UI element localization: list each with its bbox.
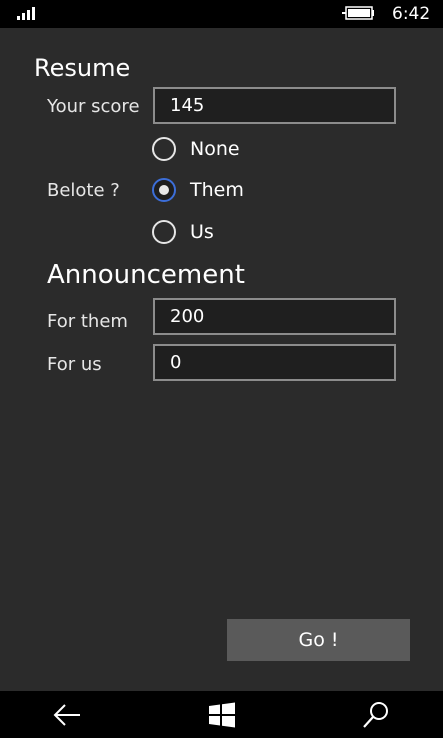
windows-logo-icon[interactable] <box>207 701 237 729</box>
back-arrow-icon[interactable] <box>52 701 82 729</box>
your-score-input[interactable] <box>153 87 396 124</box>
announcement-title: Announcement <box>47 260 245 290</box>
signal-bars-icon <box>17 7 35 20</box>
radio-none-label: None <box>190 138 240 160</box>
radio-us[interactable]: Us <box>152 218 214 246</box>
belote-label: Belote ? <box>47 180 120 201</box>
search-icon[interactable] <box>361 701 391 729</box>
radio-us-label: Us <box>190 221 214 243</box>
radio-them[interactable]: Them <box>152 176 244 204</box>
radio-none[interactable]: None <box>152 135 240 163</box>
navigation-bar <box>0 691 443 738</box>
status-bar: 6:42 <box>0 0 443 28</box>
radio-them-circle[interactable] <box>152 178 176 202</box>
battery-charging-icon <box>342 6 374 20</box>
radio-them-label: Them <box>190 179 244 201</box>
for-them-input[interactable] <box>153 298 396 335</box>
for-them-label: For them <box>47 311 128 332</box>
resume-title: Resume <box>34 54 131 82</box>
clock-time: 6:42 <box>392 4 431 24</box>
radio-selected-dot <box>159 185 169 195</box>
your-score-label: Your score <box>47 96 140 117</box>
radio-none-circle[interactable] <box>152 137 176 161</box>
go-button[interactable]: Go ! <box>227 619 410 661</box>
for-us-input[interactable] <box>153 344 396 381</box>
for-us-label: For us <box>47 354 102 375</box>
radio-us-circle[interactable] <box>152 220 176 244</box>
